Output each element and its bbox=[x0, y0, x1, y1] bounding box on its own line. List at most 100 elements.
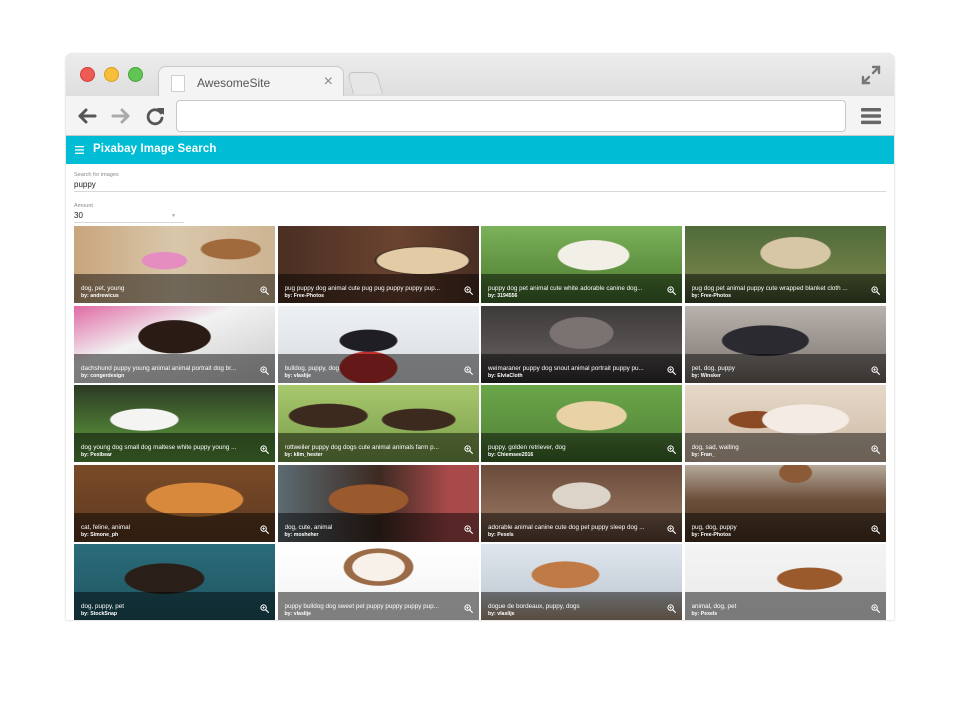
zoom-in-icon[interactable] bbox=[667, 445, 676, 454]
author-prefix: by: bbox=[284, 531, 294, 538]
arrow-left-icon[interactable] bbox=[76, 105, 98, 127]
new-tab-button[interactable] bbox=[347, 72, 383, 94]
image-tile[interactable]: bulldog, puppy, dog by: vlaslije bbox=[277, 305, 479, 383]
tab-title: AwesomeSite bbox=[197, 76, 271, 90]
image-author: by: StockSnap bbox=[81, 611, 117, 617]
tab-close-icon[interactable]: × bbox=[324, 73, 333, 91]
author-name: Chiemsee2016 bbox=[497, 452, 534, 458]
zoom-in-icon[interactable] bbox=[870, 445, 880, 454]
image-tile[interactable]: puppy dog pet animal cute white adorable… bbox=[481, 226, 682, 303]
amount-select[interactable]: Amount 30 ▼ bbox=[74, 203, 184, 223]
author-prefix: by: bbox=[488, 611, 498, 617]
image-tile[interactable]: dog, pet, young by: andrewicus bbox=[74, 226, 275, 303]
zoom-in-icon[interactable] bbox=[463, 445, 473, 454]
image-tile[interactable]: dog, sad, waiting by: Fran_ bbox=[684, 385, 886, 462]
app-bar: Pixabay Image Search bbox=[66, 136, 894, 164]
author-name: 3194556 bbox=[497, 293, 518, 299]
search-input[interactable]: puppy bbox=[74, 180, 886, 189]
zoom-in-icon[interactable] bbox=[667, 286, 676, 295]
zoom-in-icon[interactable] bbox=[870, 524, 880, 534]
app-title: Pixabay Image Search bbox=[93, 143, 217, 155]
author-prefix: by: bbox=[488, 452, 498, 458]
minimize-window-button[interactable] bbox=[104, 67, 119, 82]
image-author: by: Winsker bbox=[692, 373, 721, 379]
image-tile[interactable]: animal, dog, pet by: Pexels bbox=[684, 544, 886, 620]
reload-icon[interactable] bbox=[144, 105, 166, 127]
zoom-in-icon[interactable] bbox=[463, 286, 473, 295]
image-tags: dog, cute, animal bbox=[284, 523, 333, 531]
author-name: Pexels bbox=[700, 611, 718, 617]
image-tags: pet, dog, puppy bbox=[691, 364, 735, 372]
image-tile[interactable]: dog young dog small dog maltese white pu… bbox=[74, 385, 275, 462]
image-tile[interactable]: weimaraner puppy dog snout animal portra… bbox=[481, 305, 682, 383]
menu-icon[interactable] bbox=[75, 144, 85, 156]
author-prefix: by: bbox=[488, 531, 498, 538]
image-author: by: Chiemsee2016 bbox=[488, 452, 533, 458]
close-window-button[interactable] bbox=[80, 67, 95, 82]
image-tile[interactable]: dog, cute, animal by: mosheher bbox=[277, 464, 479, 542]
image-author: by: andrewicus bbox=[81, 293, 119, 299]
image-author: by: Fran_ bbox=[692, 452, 715, 458]
zoom-in-icon[interactable] bbox=[667, 604, 676, 613]
image-tile[interactable]: puppy bulldog dog sweet pet puppy puppy … bbox=[277, 544, 479, 620]
amount-value[interactable]: 30 bbox=[74, 211, 184, 220]
arrow-right-icon[interactable] bbox=[110, 105, 132, 127]
search-field[interactable]: Search for images puppy bbox=[74, 172, 886, 192]
maximize-window-button[interactable] bbox=[128, 67, 143, 82]
zoom-in-icon[interactable] bbox=[463, 524, 473, 534]
author-name: Winsker bbox=[700, 372, 721, 379]
image-tile[interactable]: dog, puppy, pet by: StockSnap bbox=[74, 544, 275, 620]
author-prefix: by: bbox=[691, 293, 701, 299]
image-tile[interactable]: dogue de bordeaux, puppy, dogs by: vlasli… bbox=[481, 544, 682, 620]
image-tile[interactable]: pug puppy dog animal cute pug pug puppy … bbox=[277, 226, 479, 303]
image-tile[interactable]: pet, dog, puppy by: Winsker bbox=[684, 305, 886, 383]
author-name: Free-Photos bbox=[700, 293, 731, 299]
image-tile[interactable]: pug dog pet animal puppy cute wrapped bl… bbox=[684, 226, 886, 303]
image-author: by: mosheher bbox=[285, 532, 319, 538]
image-author: by: Free-Photos bbox=[285, 293, 325, 299]
zoom-in-icon[interactable] bbox=[260, 524, 269, 534]
author-name: Pexels bbox=[497, 531, 514, 538]
fullscreen-icon[interactable] bbox=[860, 64, 882, 86]
image-tile[interactable]: adorable animal canine cute dog pet pupp… bbox=[481, 464, 682, 542]
image-tile[interactable]: rottweiler puppy dog dogs cute animal an… bbox=[277, 385, 479, 462]
author-name: vlaslije bbox=[293, 611, 312, 617]
image-tile[interactable]: puppy, golden retriever, dog by: Chiemsee… bbox=[481, 385, 682, 462]
image-tags: dog young dog small dog maltese white pu… bbox=[81, 444, 237, 451]
author-name: Simone_ph bbox=[90, 531, 119, 538]
zoom-in-icon[interactable] bbox=[463, 365, 473, 375]
image-tile[interactable]: pug, dog, puppy by: Free-Photos bbox=[684, 464, 886, 542]
zoom-in-icon[interactable] bbox=[463, 604, 473, 613]
image-tags: pug puppy dog animal cute pug pug puppy … bbox=[284, 285, 440, 292]
page-icon bbox=[171, 75, 185, 92]
zoom-in-icon[interactable] bbox=[260, 604, 269, 613]
image-author: by: vlaslije bbox=[285, 373, 312, 379]
author-name: Pexibear bbox=[90, 452, 112, 458]
author-prefix: by: bbox=[81, 452, 91, 458]
zoom-in-icon[interactable] bbox=[260, 286, 269, 295]
zoom-in-icon[interactable] bbox=[870, 604, 880, 613]
author-name: Free-Photos bbox=[700, 531, 731, 538]
browser-tab[interactable]: AwesomeSite × bbox=[158, 66, 344, 98]
image-author: by: Free-Photos bbox=[692, 532, 732, 538]
hamburger-menu-icon[interactable] bbox=[860, 105, 882, 127]
image-tile[interactable]: dachshund puppy young animal animal port… bbox=[74, 305, 275, 383]
image-author: by: ElviaCloth bbox=[488, 373, 523, 379]
author-name: mosheher bbox=[293, 531, 319, 538]
author-prefix: by: bbox=[81, 372, 91, 379]
author-prefix: by: bbox=[81, 611, 91, 617]
image-tags: adorable animal canine cute dog pet pupp… bbox=[488, 523, 645, 531]
zoom-in-icon[interactable] bbox=[870, 365, 880, 375]
zoom-in-icon[interactable] bbox=[667, 524, 676, 534]
image-tile[interactable]: cat, feline, animal by: Simone_ph bbox=[74, 464, 275, 542]
author-name: vlaslije bbox=[293, 372, 312, 379]
zoom-in-icon[interactable] bbox=[667, 365, 676, 375]
author-prefix: by: bbox=[691, 611, 701, 617]
address-bar[interactable] bbox=[176, 100, 846, 132]
author-prefix: by: bbox=[284, 372, 294, 379]
image-author: by: Pexels bbox=[692, 611, 718, 617]
zoom-in-icon[interactable] bbox=[260, 445, 269, 454]
image-tags: puppy dog pet animal cute white adorable… bbox=[488, 285, 643, 292]
zoom-in-icon[interactable] bbox=[260, 365, 269, 375]
zoom-in-icon[interactable] bbox=[870, 286, 880, 295]
